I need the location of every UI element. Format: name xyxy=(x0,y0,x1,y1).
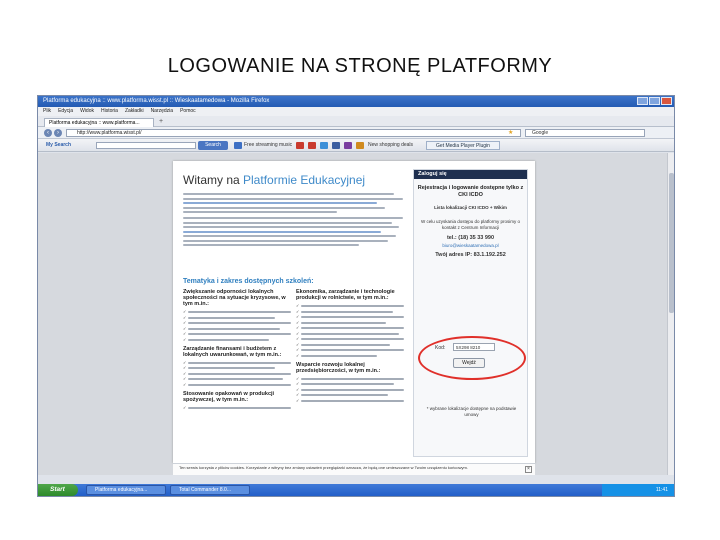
login-header: Zaloguj się xyxy=(414,170,527,179)
web-page: Witamy na Platformie Edukacyjnej Tematyk… xyxy=(173,161,535,463)
code-input[interactable]: 5X298 8210 xyxy=(453,343,495,351)
cookie-notice: Ten serwis korzysta z plików cookies. Ko… xyxy=(173,463,535,475)
window-title: Platforma edukacyjna :: www.platforma.wi… xyxy=(43,98,270,104)
menu-bar: Plik Edycja Widok Historia Zakładki Narz… xyxy=(38,107,674,116)
topic-heading: Ekonomika, zarządzanie i technologie pro… xyxy=(296,289,395,301)
menu-bookmarks[interactable]: Zakładki xyxy=(125,107,144,116)
menu-file[interactable]: Plik xyxy=(43,107,51,116)
navigation-bar: ‹ › http://www.platforma.wisst.pl/ ★ Goo… xyxy=(38,127,674,139)
minimize-button[interactable] xyxy=(637,97,648,105)
new-tab-icon[interactable]: + xyxy=(157,118,165,126)
system-tray: 11:41 xyxy=(602,484,674,496)
media-player-button[interactable]: Get Media Player Plugin xyxy=(426,141,500,150)
topics-column-2: Ekonomika, zarządzanie i technologie pro… xyxy=(296,289,404,404)
menu-edit[interactable]: Edycja xyxy=(58,107,73,116)
close-button[interactable] xyxy=(661,97,672,105)
start-button[interactable]: Start xyxy=(38,484,78,496)
locations-link[interactable]: Lista lokalizacji CKI ICDO + Wikim xyxy=(414,205,527,211)
toolbar-brand: My Search xyxy=(46,142,72,148)
music-icon[interactable] xyxy=(234,142,242,149)
intro-paragraph xyxy=(183,193,403,249)
topics-column-1: Zwiększanie odporności lokalnych społecz… xyxy=(183,289,291,411)
email-link[interactable]: biuro@wieskaatamedowa.pl xyxy=(414,243,527,248)
page-heading: Witamy na Platformie Edukacyjnej xyxy=(183,173,365,187)
login-form: Kod: 5X298 8210 Wejdź xyxy=(426,341,516,375)
taskbar-item-commander[interactable]: Total Commander 8.0... xyxy=(170,485,250,495)
addon-toolbar: My Search Search Free streaming music Ne… xyxy=(38,139,674,152)
topic-heading: Wsparcie rozwoju lokalnej przedsiębiorcz… xyxy=(296,361,381,374)
forward-arrow-icon[interactable]: › xyxy=(54,129,62,137)
search-box[interactable]: Google xyxy=(525,129,645,137)
phone-number: tel.: (18) 35 33 990 xyxy=(446,235,495,241)
login-sidebar: Zaloguj się Rejestracja i logowanie dost… xyxy=(413,169,528,457)
login-button[interactable]: Wejdź xyxy=(453,358,485,368)
heading-plain: Witamy na xyxy=(183,173,244,187)
social-icon[interactable] xyxy=(332,142,340,149)
topic-heading: Zwiększanie odporności lokalnych społecz… xyxy=(183,289,286,307)
twitter-icon[interactable] xyxy=(320,142,328,149)
toolbar-search-input[interactable] xyxy=(96,142,196,149)
yahoo-icon[interactable] xyxy=(344,142,352,149)
tab-platforma[interactable]: Platforma edukacyjna :: www.platforma... xyxy=(44,118,154,127)
topic-heading: Stosowanie opakowań w produkcji spożywcz… xyxy=(183,390,275,403)
toolbar-shopping-link[interactable]: New shopping deals xyxy=(368,142,413,149)
screenshot-frame: Platforma edukacyjna :: www.platforma.wi… xyxy=(37,95,675,497)
topic-heading: Zarządzanie finansami i budżetem z lokal… xyxy=(183,345,282,358)
toolbar-music-link[interactable]: Free streaming music xyxy=(244,142,292,149)
address-bar[interactable]: http://www.platforma.wisst.pl/ xyxy=(66,129,521,137)
code-label: Kod: xyxy=(435,345,446,351)
taskbar-item-firefox[interactable]: Platforma edukacyjna... xyxy=(86,485,166,495)
contact-info: W celu uzyskania dostępu do platformy pr… xyxy=(420,219,521,230)
close-icon[interactable]: × xyxy=(525,466,532,473)
menu-tools[interactable]: Narzędzia xyxy=(151,107,174,116)
windows-taskbar: Start Platforma edukacyjna... Total Comm… xyxy=(38,484,674,496)
shopping-icon[interactable] xyxy=(356,142,364,149)
registration-info: Rejestracja i logowanie dostępne tylko z… xyxy=(417,185,524,198)
window-titlebar: Platforma edukacyjna :: www.platforma.wi… xyxy=(38,96,674,107)
back-arrow-icon[interactable]: ‹ xyxy=(44,129,52,137)
scrollbar-thumb[interactable] xyxy=(669,173,674,313)
heading-highlight: Platformie Edukacyjnej xyxy=(243,173,366,187)
tab-strip: Platforma edukacyjna :: www.platforma...… xyxy=(38,116,674,127)
bookmark-star-icon[interactable]: ★ xyxy=(508,129,513,136)
slide-title: LOGOWANIE NA STRONĘ PLATFORMY xyxy=(167,55,553,77)
window-controls xyxy=(637,97,672,105)
youtube-icon[interactable] xyxy=(308,142,316,149)
section-title: Tematyka i zakres dostępnych szkoleń: xyxy=(183,278,314,285)
footnote: * wybrane lokalizacje dostępne na podsta… xyxy=(426,406,517,417)
maximize-button[interactable] xyxy=(649,97,660,105)
vertical-scrollbar[interactable] xyxy=(667,153,674,475)
ip-address: Twój adres IP: 83.1.192.252 xyxy=(435,252,506,258)
menu-help[interactable]: Pomoc xyxy=(180,107,196,116)
clock: 11:41 xyxy=(655,487,668,493)
page-viewport: Witamy na Platformie Edukacyjnej Tematyk… xyxy=(38,153,674,475)
cookie-text: Ten serwis korzysta z plików cookies. Ko… xyxy=(179,465,468,470)
toolbar-search-button[interactable]: Search xyxy=(198,141,228,150)
menu-view[interactable]: Widok xyxy=(80,107,94,116)
facebook-icon[interactable] xyxy=(296,142,304,149)
menu-history[interactable]: Historia xyxy=(101,107,118,116)
